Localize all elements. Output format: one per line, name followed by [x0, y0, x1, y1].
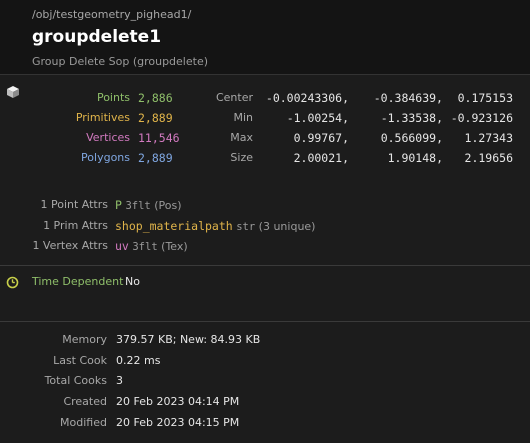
attribute-description: (3 unique) — [258, 220, 316, 233]
info-label: Memory — [62, 333, 107, 346]
attribute-class-label: 1 Point Attrs — [40, 198, 108, 211]
stat-row: Points 2,886 Center -0.00243306, -0.384639, 0… — [0, 90, 530, 106]
info-label: Last Cook — [53, 354, 107, 367]
info-row: Memory 379.57 KB; New: 84.93 KB — [0, 331, 530, 349]
node-info-header: /obj/testgeometry_pighead1/ groupdelete1… — [0, 0, 530, 75]
attribute-row: 1 Point Attrs P 3flt (Pos) — [0, 196, 530, 214]
attribute-description: (Tex) — [161, 240, 188, 253]
count-label: Vertices — [86, 131, 130, 144]
divider — [0, 321, 530, 322]
info-label: Created — [63, 395, 107, 408]
bounds-label: Min — [233, 111, 253, 124]
bounds-x-value: 0.99767, — [293, 131, 349, 145]
node-type: Group Delete Sop (groupdelete) — [32, 55, 208, 68]
time-dependent-value: No — [125, 275, 140, 288]
info-row: Modified 20 Feb 2023 04:15 PM — [0, 414, 530, 432]
node-name: groupdelete1 — [32, 27, 162, 47]
info-row: Total Cooks 3 — [0, 372, 530, 390]
attribute-items: uv 3flt (Tex) — [115, 237, 188, 256]
count-value: 11,546 — [138, 131, 180, 145]
info-value: 20 Feb 2023 04:15 PM — [116, 416, 240, 429]
info-row: Last Cook 0.22 ms — [0, 352, 530, 370]
attribute-items: P 3flt (Pos) — [115, 196, 182, 215]
bounds-z-value: 1.27343 — [464, 131, 513, 145]
stat-row: Polygons 2,889 Size 2.00021, 1.90148, 2.19656 — [0, 150, 530, 166]
attribute-description: (Pos) — [154, 199, 182, 212]
info-row: Created 20 Feb 2023 04:14 PM — [0, 393, 530, 411]
attribute-row: 1 Vertex Attrs uv 3flt (Tex) — [0, 237, 530, 255]
info-value: 20 Feb 2023 04:14 PM — [116, 395, 240, 408]
bounds-x-value: -1.00254, — [286, 111, 349, 125]
info-value: 0.22 ms — [116, 354, 161, 367]
attribute-type: 3flt — [132, 241, 158, 253]
stat-row: Vertices 11,546 Max 0.99767, 0.566099, 1.2734… — [0, 130, 530, 146]
attribute-class-label: 1 Vertex Attrs — [32, 239, 108, 252]
count-label: Primitives — [75, 111, 130, 124]
node-path: /obj/testgeometry_pighead1/ — [32, 8, 192, 21]
bounds-label: Size — [230, 151, 253, 164]
attribute-name: uv — [115, 239, 129, 253]
info-value: 3 — [116, 374, 123, 387]
bounds-label: Max — [230, 131, 253, 144]
count-value: 2,889 — [138, 151, 173, 165]
stat-row: Primitives 2,889 Min -1.00254, -1.33538, -0.9… — [0, 110, 530, 126]
info-label: Total Cooks — [44, 374, 107, 387]
attribute-items: shop_materialpath str (3 unique) — [115, 217, 315, 236]
bounds-z-value: 0.175153 — [457, 91, 513, 105]
bounds-x-value: 2.00021, — [293, 151, 349, 165]
clock-icon — [6, 276, 19, 289]
attribute-row: 1 Prim Attrs shop_materialpath str (3 uni… — [0, 217, 530, 235]
count-label: Polygons — [81, 151, 130, 164]
bounds-y-value: 0.566099, — [380, 131, 443, 145]
count-value: 2,886 — [138, 91, 173, 105]
info-label: Modified — [60, 416, 107, 429]
time-dependent-label: Time Dependent — [32, 275, 124, 288]
attribute-class-label: 1 Prim Attrs — [43, 219, 108, 232]
bounds-y-value: 1.90148, — [387, 151, 443, 165]
bounds-z-value: 2.19656 — [464, 151, 513, 165]
count-label: Points — [96, 91, 130, 104]
attribute-name: shop_materialpath — [115, 219, 233, 233]
info-value: 379.57 KB; New: 84.93 KB — [116, 333, 261, 346]
count-value: 2,889 — [138, 111, 173, 125]
bounds-y-value: -1.33538, — [380, 111, 443, 125]
divider — [0, 265, 530, 266]
bounds-z-value: -0.923126 — [450, 111, 513, 125]
attribute-name: P — [115, 198, 122, 212]
bounds-x-value: -0.00243306, — [265, 91, 349, 105]
bounds-y-value: -0.384639, — [373, 91, 443, 105]
attribute-type: str — [236, 221, 256, 233]
bounds-label: Center — [215, 91, 253, 104]
attribute-type: 3flt — [125, 200, 151, 212]
